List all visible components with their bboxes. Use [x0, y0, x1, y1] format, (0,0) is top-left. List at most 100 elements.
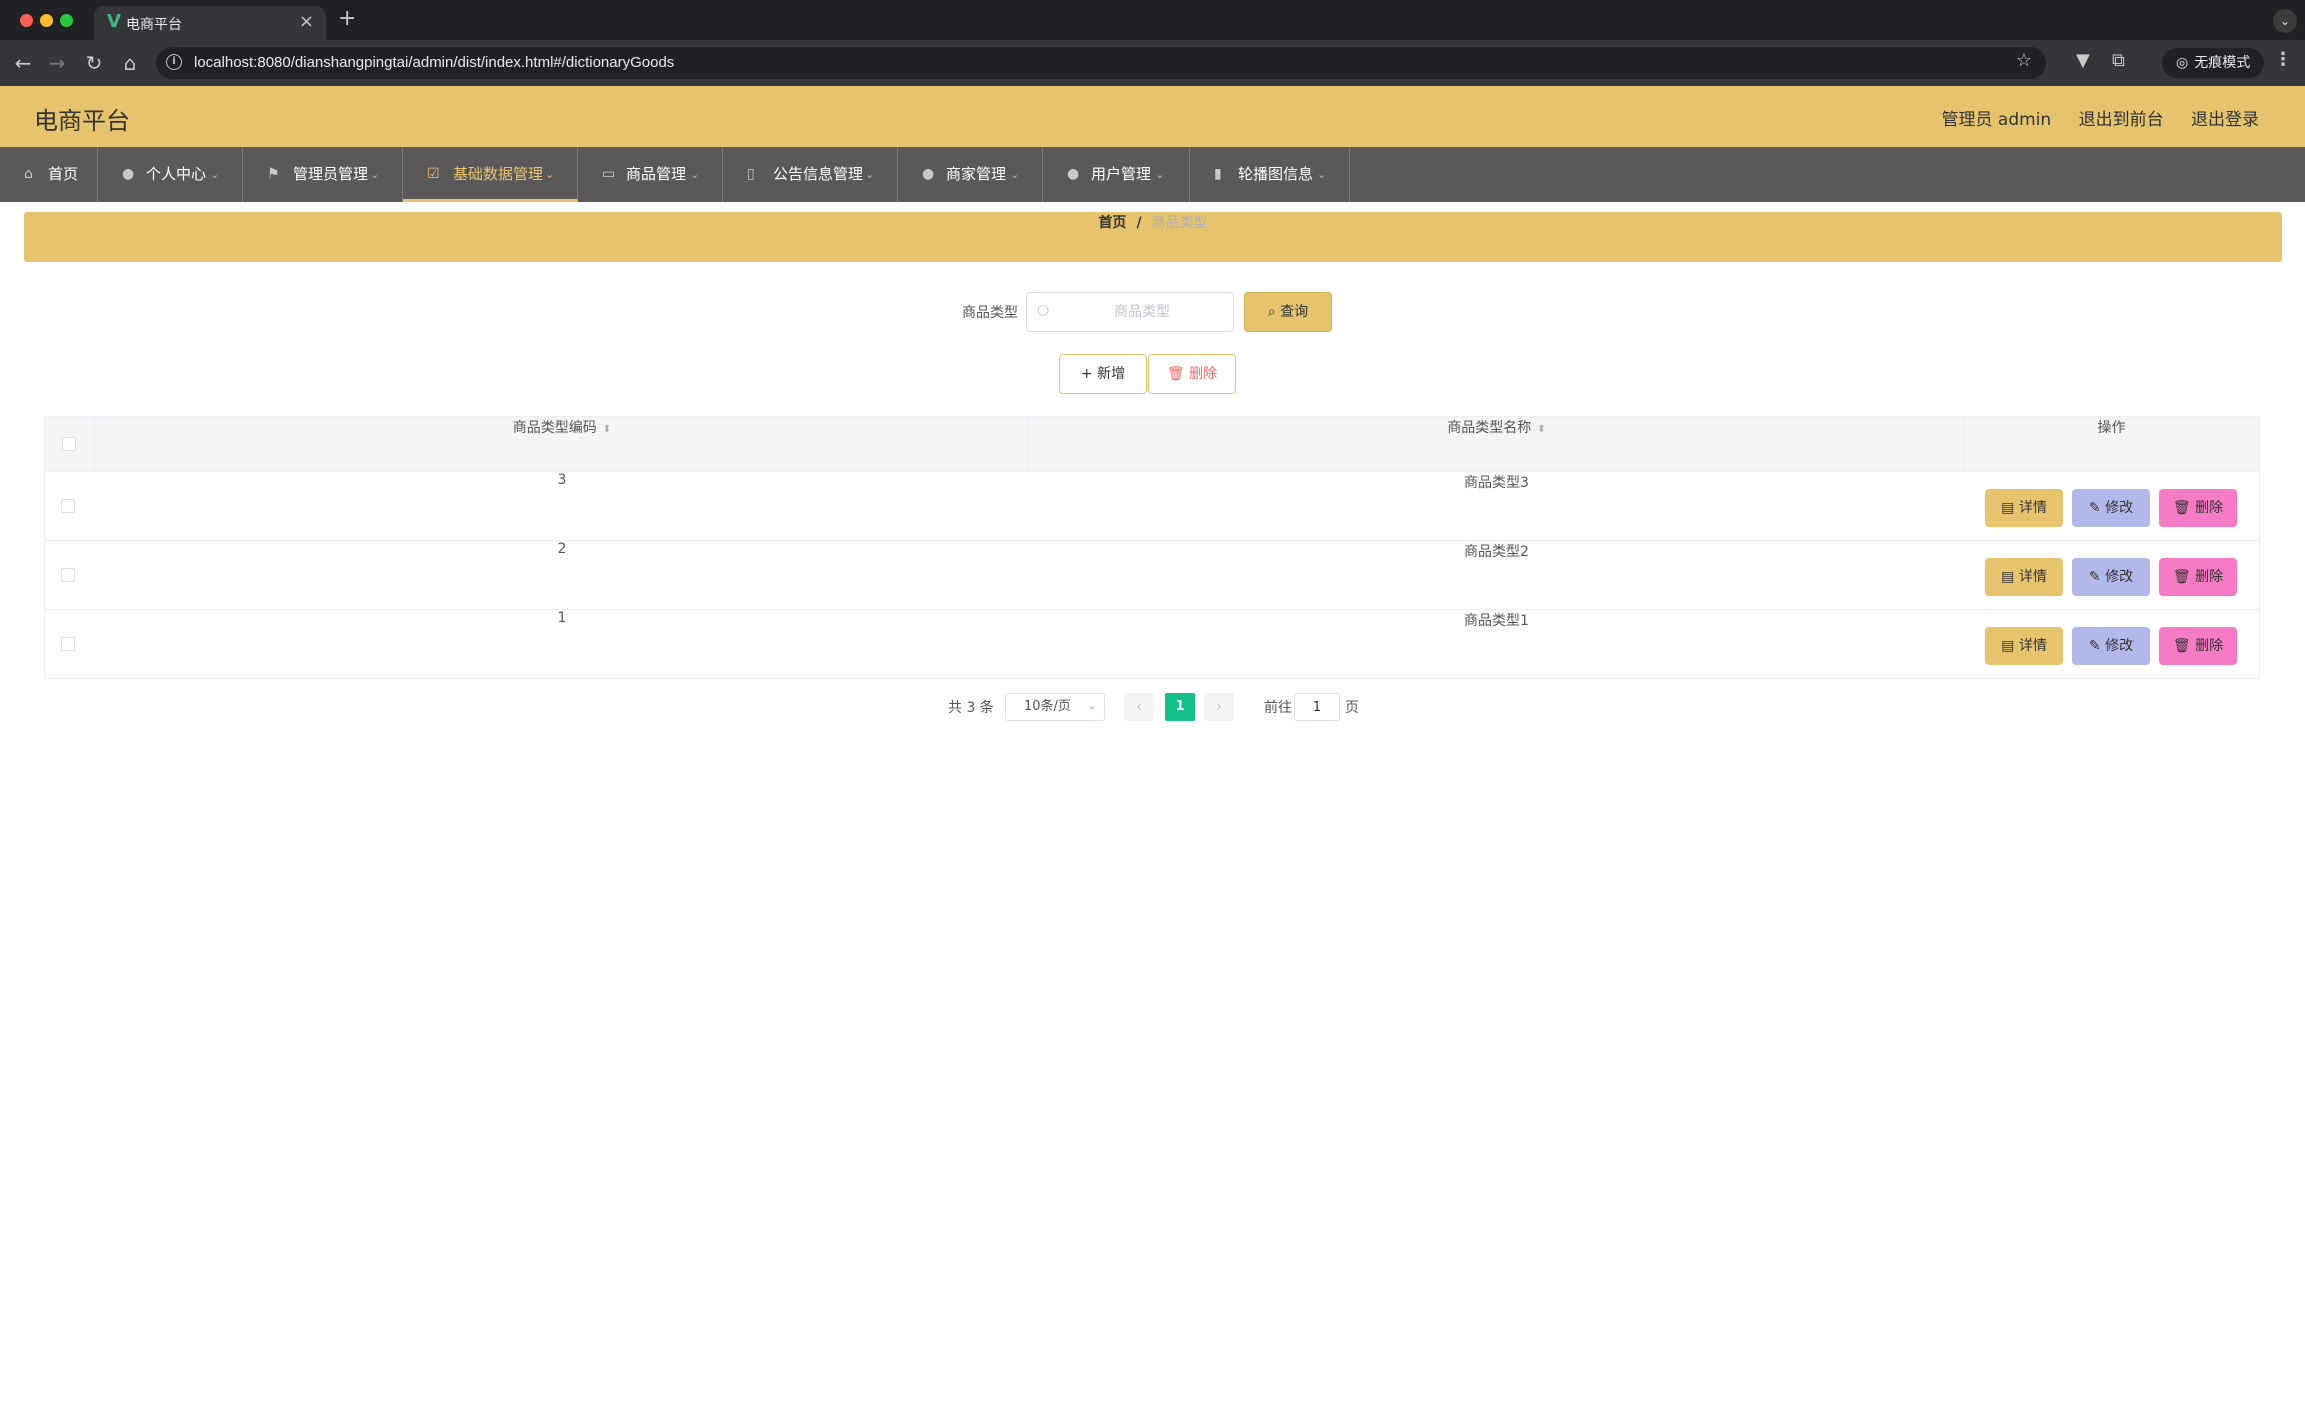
table-row: 3 商品类型3 ▤ 详情 ✎ 修改 🗑 删除: [45, 472, 2259, 541]
nav-item-goods-management[interactable]: ▭ 商品管理 ⌄: [578, 147, 723, 202]
table-row: 1 商品类型1 ▤ 详情 ✎ 修改 🗑 删除: [45, 610, 2259, 679]
window-minimize-button[interactable]: [40, 14, 53, 27]
address-bar[interactable]: i localhost:8080/dianshangpingtai/admin/…: [156, 47, 2046, 79]
delete-label: 删除: [2195, 500, 2224, 516]
incognito-badge[interactable]: ◎ 无痕模式: [2162, 48, 2265, 78]
nav-item-label: 个人中心: [146, 165, 207, 183]
nav-item-personal-center[interactable]: ● 个人中心 ⌄: [98, 147, 243, 202]
extensions-puzzle-icon[interactable]: ⧉: [2112, 50, 2125, 71]
detail-button[interactable]: ▤ 详情: [1985, 489, 2063, 527]
edit-label: 修改: [2105, 638, 2134, 654]
chevron-right-icon: ›: [1216, 699, 1222, 715]
flag-icon: ⚑: [267, 166, 280, 182]
cell-code: 2: [557, 541, 567, 557]
user-icon: ●: [1067, 166, 1080, 182]
detail-label: 详情: [2018, 569, 2047, 585]
window-maximize-button[interactable]: [60, 14, 73, 27]
nav-item-merchant-management[interactable]: ● 商家管理 ⌄: [898, 147, 1043, 202]
breadcrumb-home[interactable]: 首页: [1098, 215, 1126, 231]
search-input[interactable]: [1057, 293, 1227, 331]
window-close-button[interactable]: [20, 14, 33, 27]
detail-button[interactable]: ▤ 详情: [1985, 627, 2063, 665]
column-header-name[interactable]: 商品类型名称 ⬍: [1029, 417, 1964, 472]
plus-icon: +: [1080, 366, 1098, 382]
search-field[interactable]: ○: [1026, 292, 1234, 332]
browser-tab-bar: V 电商平台 × + ⌄: [0, 0, 2305, 40]
nav-item-notice-management[interactable]: ▯ 公告信息管理 ⌄: [723, 147, 898, 202]
home-icon: ⌂: [24, 166, 33, 182]
main-nav: ⌂ 首页 ● 个人中心 ⌄ ⚑ 管理员管理 ⌄ ☑ 基础数据管理 ⌄ ▭ 商品管…: [0, 147, 2305, 202]
detail-button[interactable]: ▤ 详情: [1985, 558, 2063, 596]
edit-button[interactable]: ✎ 修改: [2072, 489, 2150, 527]
chevron-down-icon: ⌄: [545, 168, 555, 181]
row-checkbox[interactable]: [61, 637, 75, 651]
goods-type-table: 商品类型编码 ⬍ 商品类型名称 ⬍ 操作 3 商品类型3 ▤ 详情 ✎ 修改 🗑 删…: [44, 416, 2260, 679]
add-button-label: 新增: [1097, 366, 1126, 382]
vue-devtools-extension-icon[interactable]: ▼: [2076, 50, 2090, 71]
breadcrumb: 首页 / 商品类型: [24, 212, 2282, 262]
nav-item-home[interactable]: ⌂ 首页: [0, 147, 98, 202]
edit-label: 修改: [2105, 500, 2134, 516]
site-info-icon[interactable]: i: [166, 54, 182, 70]
delete-button[interactable]: 🗑 删除: [2159, 558, 2237, 596]
batch-delete-button[interactable]: 🗑 删除: [1148, 354, 1236, 394]
exit-to-front-link[interactable]: 退出到前台: [2079, 110, 2164, 130]
column-header-label: 商品类型编码: [512, 420, 597, 436]
next-page-button[interactable]: ›: [1204, 693, 1234, 721]
table-header: 商品类型编码 ⬍ 商品类型名称 ⬍ 操作: [45, 417, 2259, 472]
column-header-code[interactable]: 商品类型编码 ⬍: [95, 417, 1029, 472]
pagination-total: 共 3 条: [948, 700, 994, 716]
tab-search-icon[interactable]: ⌄: [2273, 9, 2297, 33]
browser-tab[interactable]: V 电商平台 ×: [94, 6, 326, 40]
nav-item-label: 商品管理: [626, 165, 687, 183]
nav-item-carousel-info[interactable]: ▮ 轮播图信息 ⌄: [1190, 147, 1350, 202]
header-links: 管理员 admin 退出到前台 退出登录: [1920, 105, 2259, 130]
nav-item-user-management[interactable]: ● 用户管理 ⌄: [1043, 147, 1190, 202]
nav-item-label: 首页: [48, 165, 79, 183]
delete-button[interactable]: 🗑 删除: [2159, 627, 2237, 665]
goto-page-input[interactable]: [1294, 693, 1340, 721]
chevron-down-icon: ⌄: [1317, 168, 1327, 181]
row-checkbox[interactable]: [61, 499, 75, 513]
reload-icon[interactable]: ↻: [81, 50, 107, 76]
select-all-checkbox[interactable]: [62, 437, 76, 451]
address-url[interactable]: localhost:8080/dianshangpingtai/admin/di…: [194, 54, 674, 71]
location-icon: ●: [922, 166, 935, 182]
edit-button[interactable]: ✎ 修改: [2072, 558, 2150, 596]
tab-close-icon[interactable]: ×: [299, 11, 314, 32]
pencil-icon: ✎: [2088, 638, 2106, 654]
home-browser-icon[interactable]: ⌂: [117, 50, 143, 76]
document-icon: ▤: [2001, 638, 2019, 654]
nav-item-label: 轮播图信息: [1238, 165, 1314, 183]
pencil-icon: ✎: [2088, 569, 2106, 585]
search-icon: ⌕: [1267, 304, 1281, 320]
sort-icon[interactable]: ⬍: [1537, 424, 1545, 435]
sort-icon[interactable]: ⬍: [603, 424, 611, 435]
page-size-select[interactable]: 10条/页 ⌄: [1005, 693, 1105, 721]
delete-button[interactable]: 🗑 删除: [2159, 489, 2237, 527]
page-number-current[interactable]: 1: [1165, 693, 1195, 721]
chevron-down-icon: ⌄: [1087, 701, 1096, 712]
row-checkbox[interactable]: [61, 568, 75, 582]
microphone-icon: ▯: [747, 166, 755, 182]
logout-link[interactable]: 退出登录: [2191, 110, 2259, 130]
nav-item-basic-data[interactable]: ☑ 基础数据管理 ⌄: [403, 147, 578, 202]
browser-menu-icon[interactable]: ⋮: [2274, 49, 2292, 70]
forward-icon[interactable]: →: [44, 50, 70, 76]
incognito-icon: ◎: [2176, 55, 2189, 71]
bookmark-star-icon[interactable]: ☆: [2016, 50, 2032, 71]
chart-icon: ▮: [1214, 166, 1222, 182]
goto-suffix: 页: [1345, 700, 1359, 716]
table-row: 2 商品类型2 ▤ 详情 ✎ 修改 🗑 删除: [45, 541, 2259, 610]
back-icon[interactable]: ←: [10, 50, 36, 76]
new-tab-icon[interactable]: +: [338, 6, 356, 31]
document-icon: ▤: [2001, 569, 2019, 585]
query-button[interactable]: ⌕ 查询: [1244, 292, 1332, 332]
add-button[interactable]: + 新增: [1059, 354, 1147, 394]
edit-button[interactable]: ✎ 修改: [2072, 627, 2150, 665]
nav-item-label: 公告信息管理: [773, 165, 864, 183]
nav-item-admin-management[interactable]: ⚑ 管理员管理 ⌄: [243, 147, 403, 202]
search-label: 商品类型: [962, 305, 1018, 321]
delete-label: 删除: [2195, 638, 2224, 654]
prev-page-button[interactable]: ‹: [1124, 693, 1154, 721]
